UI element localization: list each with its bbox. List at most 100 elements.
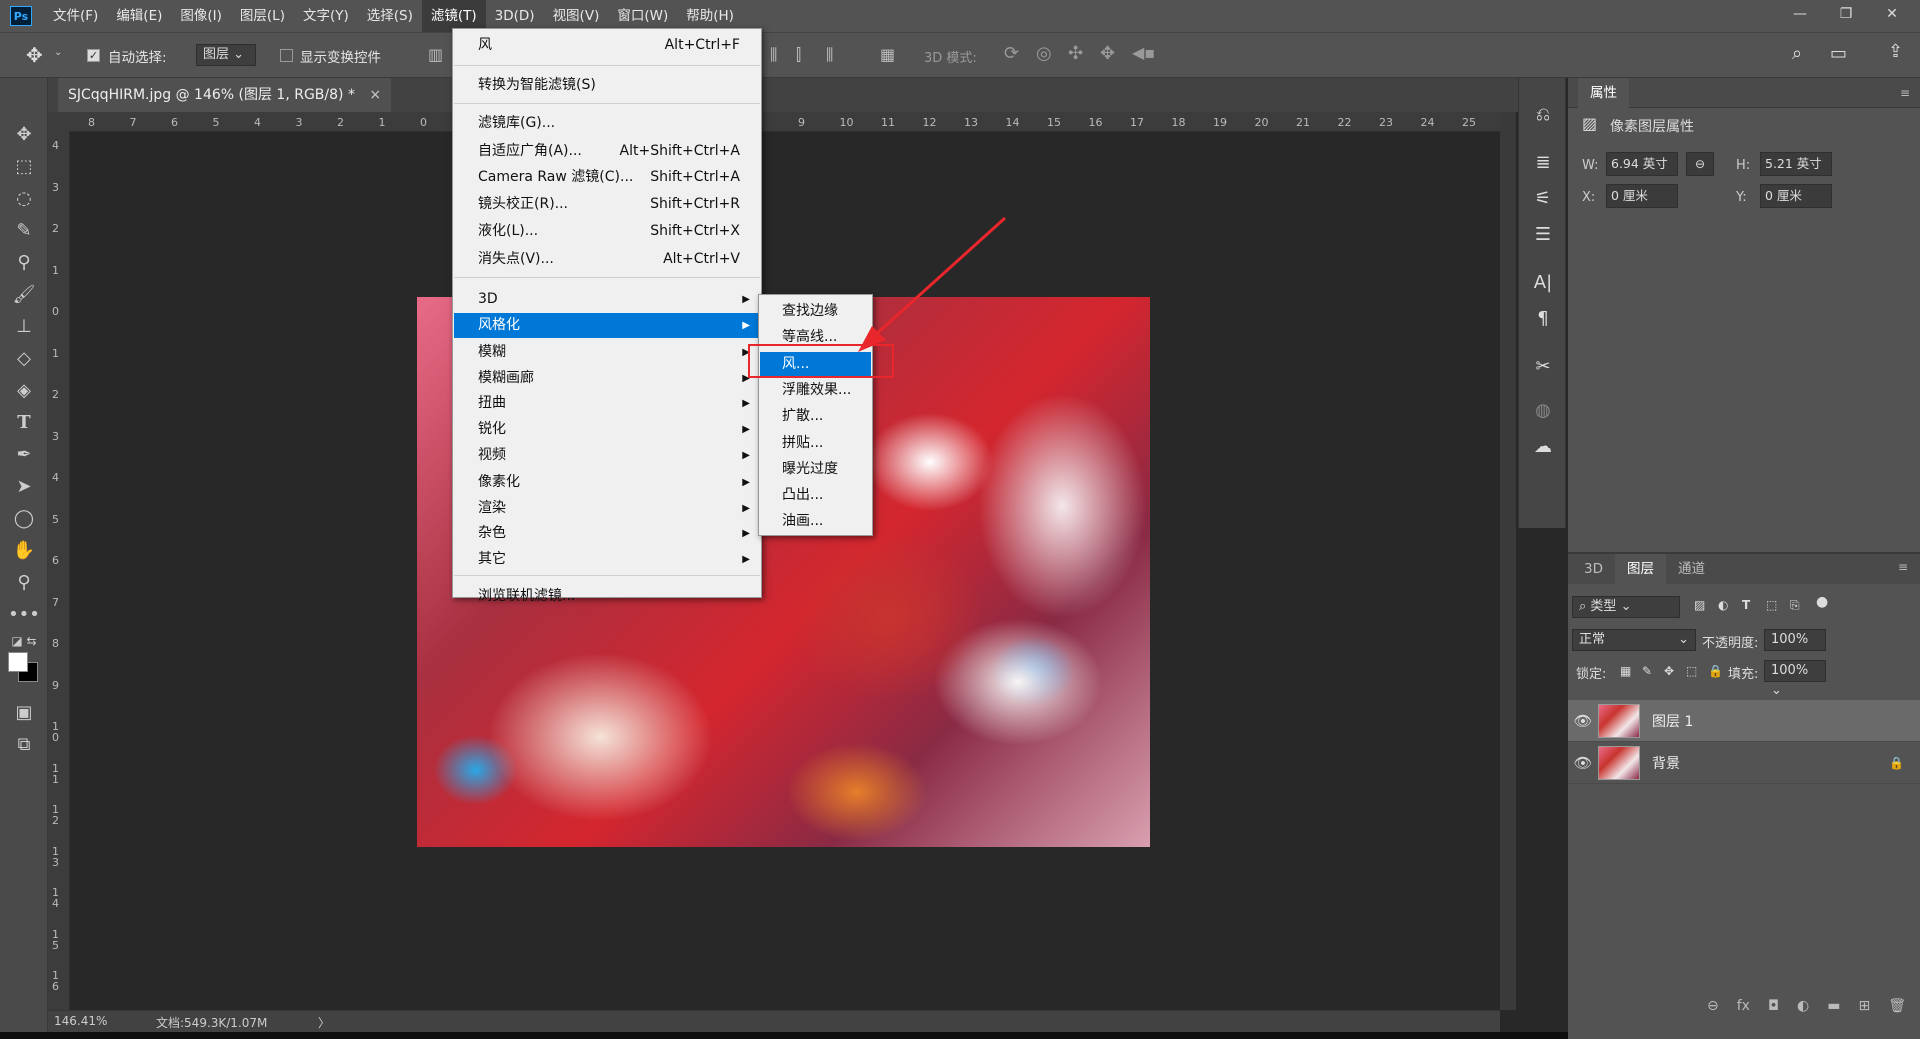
close-icon[interactable]: × xyxy=(369,87,381,103)
eyedropper-tool-icon[interactable]: ⚲ xyxy=(0,246,48,278)
filter-adjustment-icon[interactable]: ◐ xyxy=(1718,598,1728,612)
share-icon[interactable]: ⇪ xyxy=(1888,41,1903,62)
filter-menu-item[interactable]: 镜头校正(R)... Shift+Ctrl+R xyxy=(454,192,760,217)
menu-item-4[interactable]: 文字(Y) xyxy=(294,0,358,32)
stylize-menu-item[interactable]: 扩散... xyxy=(760,404,871,429)
character-icon[interactable]: A| xyxy=(1519,264,1567,300)
menu-item-5[interactable]: 选择(S) xyxy=(358,0,422,32)
roll-3d-icon[interactable]: ◎ xyxy=(1036,43,1052,64)
tools-preset-icon[interactable]: ✂ xyxy=(1519,348,1567,384)
move-tool-icon[interactable]: ✥ xyxy=(0,118,48,150)
menu-item-0[interactable]: 文件(F) xyxy=(44,0,107,32)
restore-button[interactable]: ❐ xyxy=(1826,0,1866,28)
filter-pixel-icon[interactable]: ▨ xyxy=(1694,598,1705,612)
tab-properties[interactable]: 属性 xyxy=(1578,77,1629,108)
history-icon[interactable]: ⎌ xyxy=(1519,96,1567,132)
filter-menu-item[interactable]: 扭曲 ▶ xyxy=(454,391,760,416)
learn-icon[interactable]: ◍ xyxy=(1519,392,1567,428)
align-top-icon[interactable]: ▥ xyxy=(428,45,443,64)
layer-row[interactable]: 👁 背景 🔒 xyxy=(1568,742,1920,784)
tab-layers-panel[interactable]: 通道 xyxy=(1666,554,1717,584)
filter-menu-item[interactable]: 锐化 ▶ xyxy=(454,417,760,442)
lock-icon[interactable]: 🔒 xyxy=(1889,756,1904,770)
opacity-field[interactable]: 100% ⌄ xyxy=(1764,629,1826,667)
scale-3d-icon[interactable]: ◀▪ xyxy=(1132,43,1155,62)
vertical-scrollbar[interactable] xyxy=(1500,112,1516,1010)
orbit-3d-icon[interactable]: ⟳ xyxy=(1004,43,1019,64)
width-field[interactable]: 6.94 英寸 xyxy=(1606,152,1678,176)
link-icon[interactable]: ⊖ xyxy=(1686,152,1714,176)
distribute-right-icon[interactable]: ⫼ xyxy=(826,45,833,65)
auto-align-icon[interactable]: ▦ xyxy=(880,45,895,64)
filter-menu-item[interactable]: 风 Alt+Ctrl+F xyxy=(454,33,760,58)
new-adjustment-icon[interactable]: ◐ xyxy=(1797,998,1809,1024)
fx-icon[interactable]: fx xyxy=(1737,998,1750,1024)
styles-icon[interactable]: ☰ xyxy=(1519,216,1567,252)
ellipse-tool-icon[interactable]: ◯ xyxy=(0,502,48,534)
filter-menu-item[interactable]: 渲染 ▶ xyxy=(454,496,760,521)
search-icon[interactable]: ⌕ xyxy=(1792,43,1802,64)
stylize-menu-item[interactable]: 油画... xyxy=(760,509,871,534)
quick-select-tool-icon[interactable]: ✎ xyxy=(0,214,48,246)
show-transform-checkbox[interactable] xyxy=(280,49,293,62)
foreground-color-swatch[interactable] xyxy=(8,652,28,672)
distribute-icon[interactable]: ⫼ xyxy=(770,45,777,65)
menu-item-1[interactable]: 编辑(E) xyxy=(107,0,171,32)
stylize-menu-item[interactable]: 凸出... xyxy=(760,483,871,508)
eraser-tool-icon[interactable]: ◇ xyxy=(0,342,48,374)
menu-item-3[interactable]: 图层(L) xyxy=(231,0,294,32)
lock-pixels-icon[interactable]: ✎ xyxy=(1642,664,1652,678)
new-group-icon[interactable]: ▬ xyxy=(1827,998,1840,1024)
x-field[interactable]: 0 厘米 xyxy=(1606,184,1678,208)
filter-menu-item[interactable]: 液化(L)... Shift+Ctrl+X xyxy=(454,219,760,244)
paint-bucket-tool-icon[interactable]: ◈ xyxy=(0,374,48,406)
workspace-icon[interactable]: ▭ xyxy=(1830,43,1847,64)
filter-toggle-icon[interactable]: ● xyxy=(1816,594,1828,610)
filter-menu-item[interactable]: 自适应广角(A)... Alt+Shift+Ctrl+A xyxy=(454,139,760,164)
filter-shape-icon[interactable]: ⬚ xyxy=(1766,598,1777,612)
filter-menu-item[interactable]: 视频 ▶ xyxy=(454,443,760,468)
new-layer-icon[interactable]: ⊞ xyxy=(1858,998,1870,1024)
add-mask-icon[interactable]: ◘ xyxy=(1768,998,1779,1024)
stylize-menu-item[interactable]: 浮雕效果... xyxy=(760,378,871,403)
layer-filter-dropdown[interactable]: ⌕ 类型 ⌄ xyxy=(1572,596,1680,618)
fill-field[interactable]: 100% ⌄ xyxy=(1764,660,1826,698)
minimize-button[interactable]: — xyxy=(1780,0,1820,28)
auto-select-checkbox[interactable]: ✓ xyxy=(87,49,100,62)
blend-mode-dropdown[interactable]: 正常 ⌄ xyxy=(1572,629,1696,651)
tab-layers-panel[interactable]: 图层 xyxy=(1614,554,1666,584)
layers-panel-menu-icon[interactable]: ≡ xyxy=(1898,560,1908,574)
auto-select-target-dropdown[interactable]: 图层 ⌄ xyxy=(196,44,256,66)
filter-menu-item[interactable]: Camera Raw 滤镜(C)... Shift+Ctrl+A xyxy=(454,165,760,190)
filter-menu-item[interactable]: 3D ▶ xyxy=(454,287,760,312)
more-tools-icon[interactable]: ••• xyxy=(0,598,48,630)
lock-transparent-icon[interactable]: ▦ xyxy=(1620,664,1631,678)
tab-layers-panel[interactable]: 3D xyxy=(1572,554,1615,584)
default-colors-icon[interactable]: ◪ ⇆ xyxy=(0,630,48,652)
close-button[interactable]: ✕ xyxy=(1872,0,1912,28)
filter-menu-item[interactable]: 其它 ▶ xyxy=(454,547,760,572)
pen-tool-icon[interactable]: ✒ xyxy=(0,438,48,470)
brush-tool-icon[interactable]: 🖌 xyxy=(0,278,48,310)
document-tab[interactable]: SJCqqHIRM.jpg @ 146% (图层 1, RGB/8) * × xyxy=(58,78,392,112)
filter-type-icon[interactable]: T xyxy=(1742,598,1750,612)
path-select-tool-icon[interactable]: ➤ xyxy=(0,470,48,502)
hand-tool-icon[interactable]: ✋ xyxy=(0,534,48,566)
filter-menu-item[interactable]: 风格化 ▶ xyxy=(454,313,760,338)
layer-row[interactable]: 👁 图层 1 xyxy=(1568,700,1920,742)
stylize-menu-item[interactable]: 拼贴... xyxy=(760,431,871,456)
zoom-level[interactable]: 146.41% xyxy=(54,1014,107,1028)
type-tool-icon[interactable]: T xyxy=(0,406,48,438)
screen-mode-icon[interactable]: ⧉ xyxy=(0,728,48,760)
stamp-tool-icon[interactable]: ⊥ xyxy=(0,310,48,342)
stylize-menu-item[interactable]: 曝光过度 xyxy=(760,457,871,482)
filter-menu-item[interactable]: 转换为智能滤镜(S) xyxy=(454,73,760,98)
filter-menu-item[interactable]: 模糊 ▶ xyxy=(454,340,760,365)
layer-name[interactable]: 背景 xyxy=(1652,753,1680,773)
visibility-eye-icon[interactable]: 👁 xyxy=(1568,712,1598,730)
paragraph-icon[interactable]: ¶ xyxy=(1519,300,1567,336)
y-field[interactable]: 0 厘米 xyxy=(1760,184,1832,208)
filter-menu-item[interactable]: 浏览联机滤镜... xyxy=(454,584,760,609)
lock-artboard-icon[interactable]: ⬚ xyxy=(1686,664,1697,678)
layer-name[interactable]: 图层 1 xyxy=(1652,711,1693,731)
